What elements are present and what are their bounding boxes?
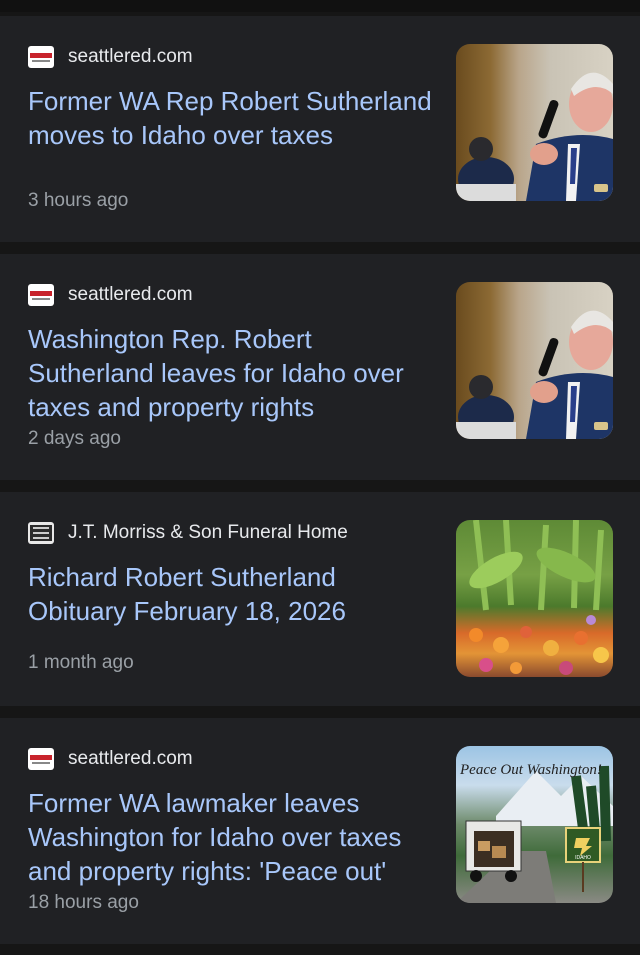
idaho-sign-text: IDAHO [575, 855, 591, 861]
funeral-home-favicon-icon [28, 522, 54, 544]
article-time: 2 days ago [28, 428, 121, 449]
article-time: 3 hours ago [28, 190, 129, 211]
article-title[interactable]: Former WA lawmaker leaves Washington for… [28, 786, 438, 888]
article-thumbnail[interactable] [456, 282, 613, 439]
source-row: seattlered.com [28, 748, 193, 770]
thumbnail-caption: Peace Out Washington! [459, 762, 602, 778]
article-time: 1 month ago [28, 652, 134, 673]
source-name: seattlered.com [68, 46, 193, 67]
source-row: J.T. Morriss & Son Funeral Home [28, 522, 348, 544]
article-title[interactable]: Washington Rep. Robert Sutherland leaves… [28, 322, 438, 424]
news-card[interactable]: J.T. Morriss & Son Funeral Home Richard … [0, 492, 640, 706]
article-thumbnail[interactable] [456, 520, 613, 677]
article-time: 18 hours ago [28, 892, 139, 913]
article-title[interactable]: Former WA Rep Robert Sutherland moves to… [28, 84, 438, 152]
seattlered-favicon-icon [28, 46, 54, 68]
article-title[interactable]: Richard Robert Sutherland Obituary Febru… [28, 560, 438, 628]
news-card[interactable]: seattlered.com Former WA lawmaker leaves… [0, 718, 640, 944]
source-name: seattlered.com [68, 748, 193, 769]
top-edge [0, 0, 640, 12]
news-card[interactable]: seattlered.com Former WA Rep Robert Suth… [0, 16, 640, 242]
source-row: seattlered.com [28, 284, 193, 306]
source-name: seattlered.com [68, 284, 193, 305]
source-name: J.T. Morriss & Son Funeral Home [68, 522, 348, 543]
article-thumbnail[interactable]: IDAHO Peace Out Washington! [456, 746, 613, 903]
source-row: seattlered.com [28, 46, 193, 68]
seattlered-favicon-icon [28, 284, 54, 306]
news-card[interactable]: seattlered.com Washington Rep. Robert Su… [0, 254, 640, 480]
article-thumbnail[interactable] [456, 44, 613, 201]
seattlered-favicon-icon [28, 748, 54, 770]
